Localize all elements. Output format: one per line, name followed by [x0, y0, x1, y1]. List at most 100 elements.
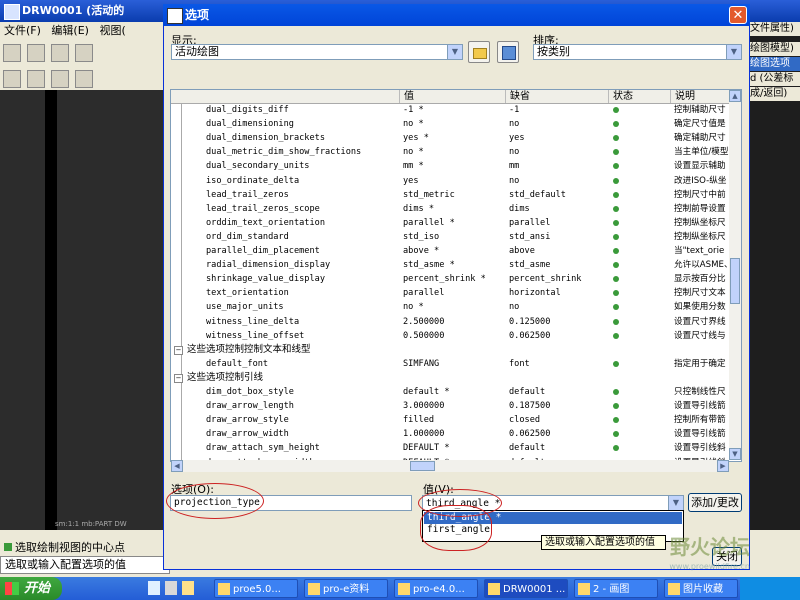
option-name-cell: dual_digits_diff — [206, 105, 289, 115]
table-row[interactable]: shrinkage_value_display percent_shrink * p… — [171, 272, 729, 286]
table-row[interactable]: lead_trail_zeros std_metric std_default 控制尺… — [171, 188, 729, 202]
panel-item-done-return[interactable]: 成/返回) — [750, 87, 800, 101]
option-default-cell: default — [509, 443, 546, 454]
table-row[interactable]: dual_dimensioning no * no 确定尺寸值是 — [171, 117, 729, 131]
table-row[interactable]: radial_dimension_display std_asme * std_as… — [171, 258, 729, 272]
column-header-value[interactable]: 值 — [399, 90, 505, 103]
sort-select-value: 按类别 — [537, 45, 570, 58]
app-icon — [4, 4, 20, 20]
table-row[interactable]: draw_arrow_width 1.000000 0.062500 设置导引线箭 — [171, 427, 729, 441]
panel-item-tolerance[interactable]: d (公差标 — [750, 72, 800, 86]
collapse-icon[interactable]: − — [174, 373, 183, 383]
table-row[interactable]: use_major_units no * no 如果使用分数 — [171, 300, 729, 314]
scroll-right-icon[interactable]: ▶ — [717, 460, 729, 472]
table-row[interactable]: draw_arrow_length 3.000000 0.187500 设置导引线箭 — [171, 399, 729, 413]
new-file-icon[interactable] — [3, 44, 21, 62]
drawing-canvas[interactable] — [0, 90, 165, 530]
option-value-cell: no * — [403, 147, 424, 158]
task-label: 2 - 画图 — [593, 584, 630, 595]
sort-select[interactable]: 按类别 ▼ — [533, 44, 742, 60]
delete-icon[interactable] — [3, 70, 21, 88]
table-row[interactable]: lead_trail_zeros_scope dims * dims 控制前导设置 — [171, 202, 729, 216]
status-ok-icon — [613, 417, 619, 424]
table-row[interactable]: dual_secondary_units mm * mm 设置显示辅助 — [171, 159, 729, 173]
option-default-cell: 0.187500 — [509, 401, 551, 412]
option-name-cell: dual_dimension_brackets — [206, 133, 325, 144]
horizontal-scrollbar[interactable] — [171, 460, 729, 472]
option-value-cell: -1 * — [403, 105, 424, 115]
table-row[interactable]: default_font SIMFANG font 指定用于确定 — [171, 357, 729, 371]
option-default-cell: -1 — [509, 105, 520, 115]
table-row[interactable]: ord_dim_standard std_iso std_ansi 控制纵坐标尺 — [171, 230, 729, 244]
option-default-cell: no — [509, 119, 520, 130]
open-folder-icon — [473, 48, 487, 59]
quicklaunch-app-icon[interactable] — [182, 581, 194, 595]
scroll-down-icon[interactable]: ▼ — [729, 448, 741, 460]
task-proe-docs[interactable]: pro-e资料 — [304, 579, 388, 598]
option-name-cell: dual_metric_dim_show_fractions — [206, 147, 362, 158]
scroll-up-icon[interactable]: ▲ — [729, 90, 741, 102]
status-ok-icon — [613, 121, 619, 128]
task-proe5[interactable]: proe5.0... — [214, 579, 298, 598]
add-change-button[interactable]: 添加/更改 — [688, 493, 742, 512]
option-name-cell: lead_trail_zeros — [206, 189, 289, 200]
group-row[interactable]: − 这些选项控制控制文本和线型 — [171, 343, 729, 357]
table-row[interactable]: draw_arrow_style filled closed 控制所有带箭 — [171, 413, 729, 427]
paste-icon[interactable] — [75, 70, 93, 88]
table-row[interactable]: draw_attach_sym_height DEFAULT * default 设置… — [171, 441, 729, 455]
message-input[interactable]: 选取或输入配置选项的值 — [0, 556, 170, 574]
table-row[interactable]: dual_dimension_brackets yes * yes 确定辅助尺寸 — [171, 131, 729, 145]
table-row[interactable]: witness_line_offset 0.500000 0.062500 设置尺寸线… — [171, 329, 729, 343]
dialog-close-button[interactable]: ✕ — [729, 6, 747, 24]
table-row[interactable]: dim_dot_box_style default * default 只控制线性尺 — [171, 385, 729, 399]
option-default-cell: closed — [509, 415, 541, 426]
status-ok-icon — [613, 219, 619, 226]
column-header-status[interactable]: 状态 — [608, 90, 670, 103]
table-row[interactable]: witness_line_delta 2.500000 0.125000 设置尺寸界线 — [171, 315, 729, 329]
group-row[interactable]: − 这些选项控制引线 — [171, 371, 729, 385]
save-config-button[interactable] — [497, 41, 519, 63]
chevron-down-icon[interactable]: ▼ — [447, 45, 462, 59]
status-ok-icon — [613, 163, 619, 170]
chevron-down-icon[interactable]: ▼ — [668, 496, 683, 510]
task-drw0001[interactable]: DRW0001 ... — [484, 579, 568, 598]
quicklaunch-ie-icon[interactable] — [148, 581, 160, 595]
option-name-cell: dim_dot_box_style — [206, 387, 294, 397]
open-folder-icon[interactable] — [27, 44, 45, 62]
column-header-name[interactable] — [171, 90, 399, 103]
panel-item-file-properties[interactable]: 文件属性) — [750, 22, 800, 36]
horizontal-scroll-thumb[interactable] — [410, 461, 435, 471]
option-name-cell: draw_arrow_width — [206, 429, 289, 440]
menu-view[interactable]: 视图( — [99, 24, 125, 37]
status-ok-icon — [613, 332, 619, 339]
column-header-description[interactable]: 说明 — [670, 90, 729, 103]
column-header-default[interactable]: 缺省 — [505, 90, 608, 103]
vertical-scroll-thumb[interactable] — [730, 258, 740, 304]
table-row[interactable]: dual_metric_dim_show_fractions no * no 当主单位… — [171, 145, 729, 159]
option-value-cell: parallel — [403, 288, 445, 299]
table-row[interactable]: text_orientation parallel horizontal 控制尺寸文本 — [171, 286, 729, 300]
panel-item-drawing-options[interactable]: 绘图选项 — [750, 57, 800, 71]
task-proe4[interactable]: pro-e4.0... — [394, 579, 478, 598]
save-icon[interactable] — [51, 44, 69, 62]
panel-item-drawing-models[interactable]: 绘图模型) — [750, 42, 800, 56]
copy-icon[interactable] — [51, 70, 69, 88]
scroll-left-icon[interactable]: ◀ — [171, 460, 183, 472]
regenerate-icon[interactable] — [27, 70, 45, 88]
print-icon[interactable] — [75, 44, 93, 62]
show-select[interactable]: 活动绘图 ▼ — [171, 44, 463, 60]
quicklaunch-desktop-icon[interactable] — [165, 581, 177, 595]
task-paint[interactable]: 2 - 画图 — [574, 579, 658, 598]
collapse-icon[interactable]: − — [174, 345, 183, 355]
table-row[interactable]: parallel_dim_placement above * above 当"text… — [171, 244, 729, 258]
status-ok-icon — [613, 276, 619, 283]
status-ok-icon — [613, 191, 619, 198]
menu-file[interactable]: 文件(F) — [4, 24, 41, 37]
table-row[interactable]: iso_ordinate_delta yes no 改进ISO-纵坐 — [171, 174, 729, 188]
table-row[interactable]: orddim_text_orientation parallel * paralle… — [171, 216, 729, 230]
task-pictures[interactable]: 图片收藏 — [664, 579, 738, 598]
open-config-button[interactable] — [468, 41, 490, 63]
menu-edit[interactable]: 编辑(E) — [51, 24, 89, 37]
table-row[interactable]: dual_digits_diff -1 * -1 控制辅助尺寸 — [171, 103, 729, 117]
chevron-down-icon[interactable]: ▼ — [726, 45, 741, 59]
